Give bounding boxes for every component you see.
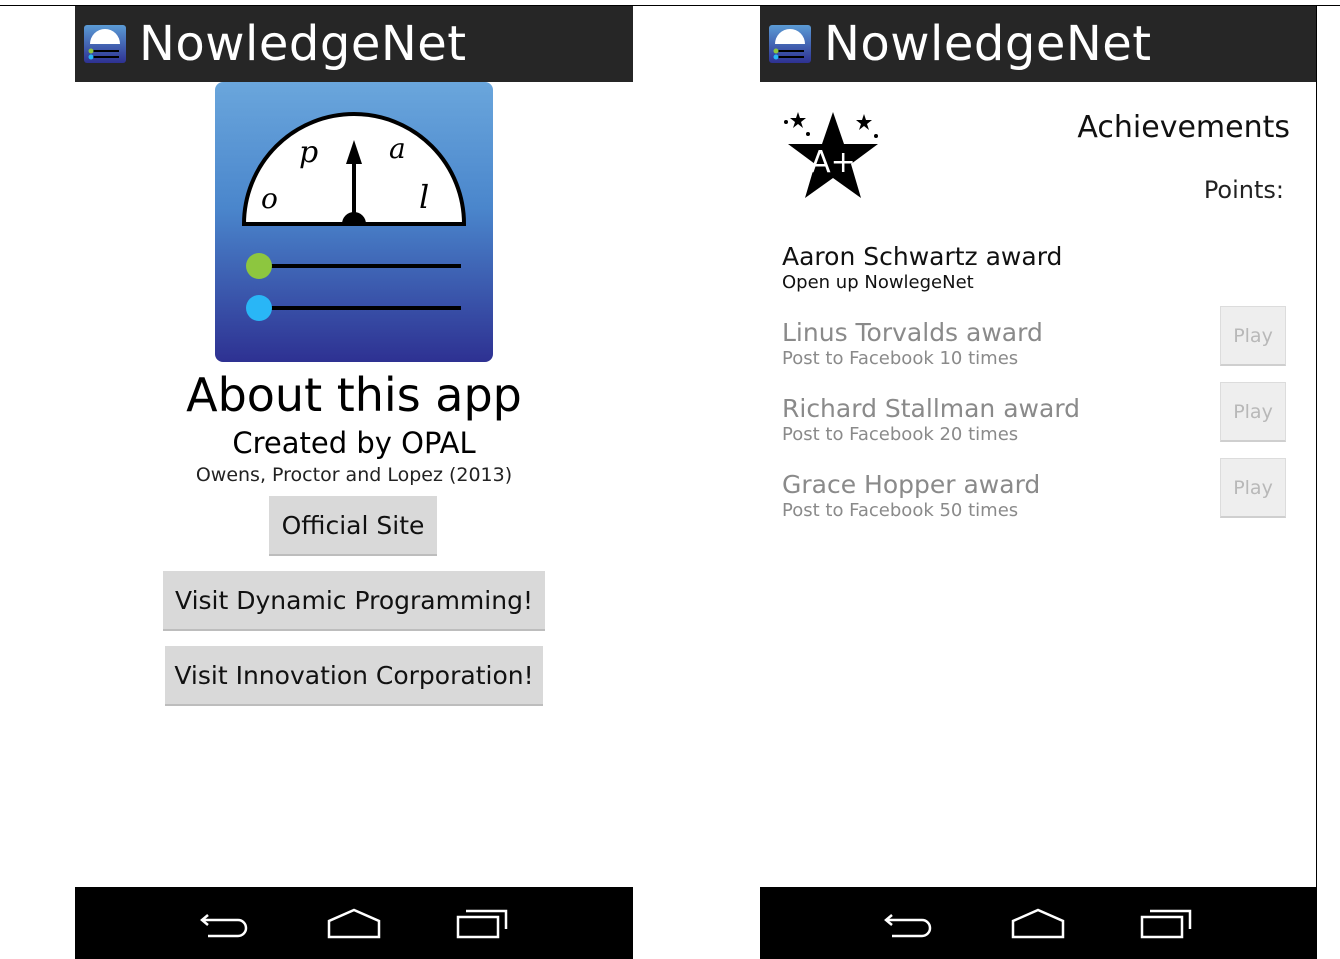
app-logo-icon[interactable] [768, 22, 812, 66]
award-item: Richard Stallman award Post to Facebook … [782, 394, 1080, 446]
back-button[interactable] [197, 905, 255, 941]
achievement-star-icon: A+ [784, 112, 878, 198]
award-item: Grace Hopper award Post to Facebook 50 t… [782, 470, 1040, 522]
award-description: Post to Facebook 10 times [782, 348, 1019, 369]
award-item: Linus Torvalds award Post to Facebook 10… [782, 318, 1043, 370]
back-icon [884, 914, 932, 938]
logo-letter-p: p [299, 135, 318, 170]
about-screen: NowledgeNet o p a l About this app Creat… [75, 6, 633, 959]
logo-letter-a: a [389, 132, 406, 165]
play-button[interactable]: Play [1220, 306, 1286, 366]
about-heading: About this app [186, 368, 522, 422]
frame-right-line [1316, 5, 1317, 959]
logo-letter-o: o [261, 182, 278, 215]
home-button[interactable] [1009, 905, 1067, 941]
award-description: Post to Facebook 20 times [782, 424, 1019, 445]
opal-logo-icon: o p a l [215, 82, 493, 362]
created-by-text: Created by OPAL [232, 426, 476, 460]
home-icon [1011, 908, 1065, 939]
back-button[interactable] [881, 905, 939, 941]
recent-apps-icon [1140, 909, 1192, 939]
app-title: NowledgeNet [824, 16, 1152, 72]
visit-dynamic-programming-button[interactable]: Visit Dynamic Programming! [163, 571, 545, 631]
points-label: Points: [1203, 176, 1284, 204]
achievement-icon-text: A+ [810, 145, 856, 180]
action-bar: NowledgeNet [760, 6, 1316, 82]
app-title: NowledgeNet [139, 16, 467, 72]
achievements-heading: Achievements [1077, 110, 1290, 145]
recent-apps-icon [456, 909, 508, 939]
home-icon [327, 908, 381, 939]
award-description: Post to Facebook 50 times [782, 500, 1019, 521]
back-icon [200, 914, 248, 938]
home-button[interactable] [325, 905, 383, 941]
award-name: Linus Torvalds award [782, 318, 1043, 347]
recent-apps-button[interactable] [1137, 905, 1195, 941]
navigation-bar [75, 887, 633, 959]
visit-innovation-corporation-button[interactable]: Visit Innovation Corporation! [165, 646, 543, 706]
app-logo-icon[interactable] [83, 22, 127, 66]
navigation-bar [760, 887, 1316, 959]
authors-text: Owens, Proctor and Lopez (2013) [195, 464, 513, 486]
award-name: Aaron Schwartz award [782, 242, 1063, 271]
play-button[interactable]: Play [1220, 382, 1286, 442]
official-site-button[interactable]: Official Site [269, 496, 437, 556]
award-item: Aaron Schwartz award Open up NowlegeNet [782, 242, 1062, 294]
award-description: Open up NowlegeNet [782, 272, 974, 293]
logo-letter-l: l [419, 178, 429, 216]
award-name: Grace Hopper award [782, 470, 1041, 499]
award-name: Richard Stallman award [782, 394, 1081, 423]
play-button[interactable]: Play [1220, 458, 1286, 518]
recent-apps-button[interactable] [453, 905, 511, 941]
achievements-screen: NowledgeNet A+ Achievements Points: Aaro… [760, 6, 1316, 959]
action-bar: NowledgeNet [75, 6, 633, 82]
